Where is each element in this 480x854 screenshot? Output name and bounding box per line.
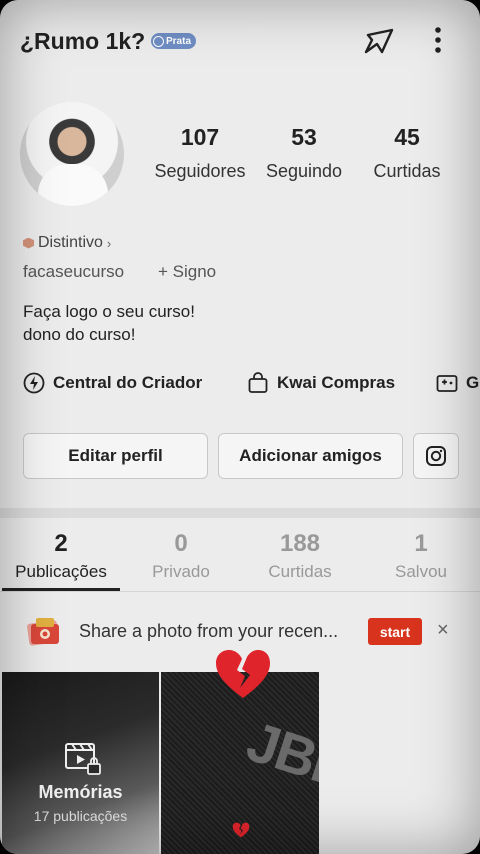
tab-count: 0 [174,530,188,557]
tab-label: Publicações [15,562,107,581]
bio: Faça logo o seu curso! dono do curso! [23,300,195,346]
tab-label: Curtidas [268,562,332,581]
chevron-right-icon: › [106,235,112,251]
tab-curtidas[interactable]: 188 Curtidas [250,530,350,582]
lightning-icon [23,372,45,394]
stat-value: 53 [291,124,317,150]
distintivo-label: Distintivo [38,234,103,251]
prata-badge[interactable]: Prata [151,33,197,49]
tab-salvou[interactable]: 1 Salvou [380,530,462,582]
photo-album-icon [27,618,59,646]
distintivo-link[interactable]: Distintivo › [23,234,111,252]
stat-label: Curtidas [373,161,441,181]
stat-value: 45 [394,124,420,150]
close-icon[interactable]: × [437,619,449,642]
broken-heart-small-icon [232,822,250,838]
more-icon[interactable] [425,26,451,56]
badge-label: Prata [166,35,192,47]
jbl-logo: JBL [239,709,319,800]
instagram-button[interactable] [413,433,459,479]
add-signo-button[interactable]: + Signo [158,262,216,282]
profile-header: ¿Rumo 1k? Prata [20,26,460,60]
tab-count: 1 [414,530,428,557]
add-friends-button[interactable]: Adicionar amigos [218,433,403,479]
avatar-shirt [38,164,108,206]
memories-count: 17 publicações [33,808,128,824]
stat-value: 107 [180,124,220,150]
badge-ring-icon [153,35,164,47]
username: facaseucurso [23,262,125,281]
tab-label: Privado [152,562,210,581]
edit-profile-button[interactable]: Editar perfil [23,433,208,479]
tabs-divider [0,591,480,592]
central-do-criador-link[interactable]: Central do Criador [23,372,202,394]
stat-label: Seguindo [265,161,343,181]
broken-heart-icon [216,650,270,698]
kwai-compras-link[interactable]: Kwai Compras [247,372,395,394]
share-icon[interactable] [362,26,396,56]
stat-curtidas[interactable]: 45 Curtidas [368,124,446,182]
stat-label: Seguidores [154,161,246,181]
share-photo-prompt: Share a photo from your recen... [79,621,339,641]
stat-seguindo[interactable]: 53 Seguindo [262,124,346,182]
bio-line: dono do curso! [23,325,136,344]
tab-count: 188 [279,530,321,557]
start-button[interactable]: start [368,618,422,645]
tab-label: Salvou [395,562,447,581]
memories-album[interactable]: Memórias 17 publicações [2,672,159,854]
tab-publicacoes[interactable]: 2 Publicações [2,530,120,582]
instagram-icon [426,446,446,466]
distintivo-icon [23,237,34,249]
creator-label: Central do Criador [53,373,203,392]
shopping-bag-icon [248,372,268,393]
bio-line: Faça logo o seu curso! [23,302,195,321]
tab-privado[interactable]: 0 Privado [130,530,232,582]
gamepad-icon [436,375,458,392]
stat-seguidores[interactable]: 107 Seguidores [152,124,248,182]
video-lock-icon [65,743,101,775]
profile-title: ¿Rumo 1k? [20,28,146,54]
tab-count: 2 [54,530,68,557]
games-link[interactable]: G [436,372,479,394]
profile-screen: ¿Rumo 1k? Prata 107 Seguidores 53 Seguin… [0,0,480,854]
creator-label: Kwai Compras [277,373,396,392]
creator-label: G [466,373,480,392]
avatar[interactable] [20,102,124,206]
section-divider [0,508,480,518]
memories-title: Memórias [38,782,123,802]
